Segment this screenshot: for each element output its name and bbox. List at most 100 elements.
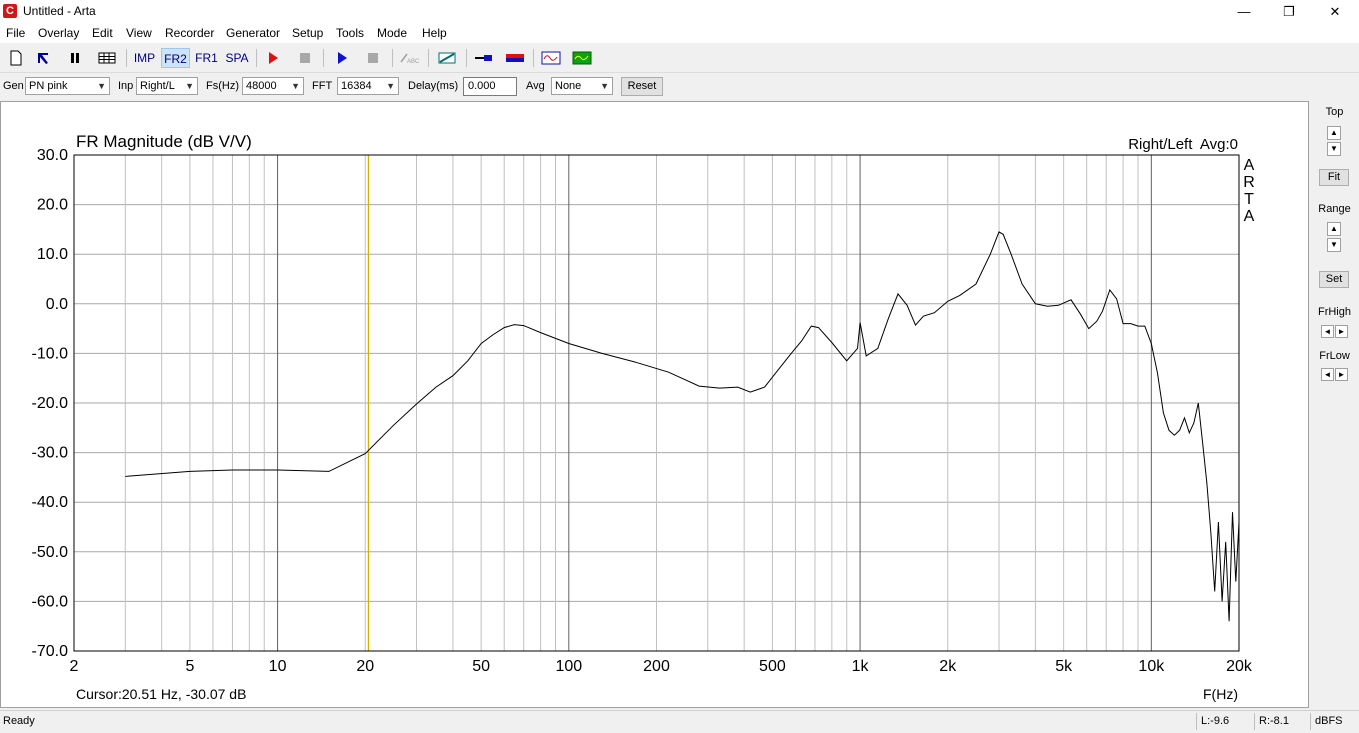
frlow-label: FrLow (1319, 350, 1350, 362)
new-document-button[interactable] (6, 48, 26, 68)
chevron-down-icon: ▼ (1330, 144, 1338, 153)
open-arrow-icon (38, 53, 48, 64)
status-ready: Ready (3, 715, 35, 727)
x-tick-label: 5k (1055, 658, 1073, 675)
chevron-down-icon: ▼ (600, 81, 609, 91)
average-label: Avg (526, 80, 545, 92)
record-start-button[interactable] (263, 48, 283, 68)
y-tick-label: 0.0 (46, 296, 68, 313)
average-select[interactable]: None ▼ (551, 77, 613, 95)
range-down-button[interactable]: ▼ (1327, 238, 1341, 252)
record-stop-button[interactable] (295, 48, 315, 68)
menu-edit[interactable]: Edit (92, 26, 113, 40)
range-up-button[interactable]: ▲ (1327, 222, 1341, 236)
delay-input[interactable]: 0.000 (463, 77, 517, 96)
input-select[interactable]: Right/L ▼ (136, 77, 198, 95)
watermark-letter: T (1244, 191, 1254, 208)
chevron-up-icon: ▲ (1330, 128, 1338, 137)
input-value: Right/L (140, 80, 175, 92)
menu-file[interactable]: File (6, 26, 25, 40)
chevron-right-icon: ► (1337, 370, 1346, 379)
menu-view[interactable]: View (126, 26, 152, 40)
fr1-mode-button[interactable]: FR1 (193, 48, 220, 68)
table-view-button[interactable] (96, 48, 118, 68)
y-tick-label: -20.0 (32, 395, 69, 412)
generator-select[interactable]: PN pink ▼ (25, 77, 110, 95)
frlow-left-button[interactable]: ◄ (1321, 368, 1334, 381)
fit-button[interactable]: Fit (1319, 169, 1349, 186)
maximize-button[interactable]: ❐ (1266, 0, 1312, 23)
menu-generator[interactable]: Generator (226, 26, 280, 40)
chevron-down-icon: ▼ (386, 81, 395, 91)
chevron-left-icon: ◄ (1323, 327, 1332, 336)
generator-start-button[interactable] (332, 48, 352, 68)
fft-label: FFT (312, 80, 333, 92)
y-tick-label: -40.0 (32, 494, 69, 511)
sample-rate-select[interactable]: 48000 ▼ (242, 77, 304, 95)
menu-mode[interactable]: Mode (377, 26, 407, 40)
calibration-button[interactable] (436, 48, 458, 68)
arta-app-icon[interactable]: C (3, 4, 17, 18)
input-label: Inp (118, 80, 134, 92)
spa-mode-button[interactable]: SPA (223, 48, 251, 68)
x-tick-label: 1k (852, 658, 870, 675)
top-up-button[interactable]: ▲ (1327, 126, 1341, 140)
generator-value: PN pink (29, 80, 68, 92)
menu-recorder[interactable]: Recorder (165, 26, 214, 40)
x-tick-label: 10k (1138, 658, 1165, 675)
abc-button[interactable]: ABC (398, 48, 422, 68)
fr2-mode-button[interactable]: FR2 (161, 48, 190, 68)
frhigh-left-button[interactable]: ◄ (1321, 325, 1334, 338)
fft-size-select[interactable]: 16384 ▼ (337, 77, 399, 95)
table-icon (98, 52, 116, 64)
delay-label: Delay(ms) (408, 80, 459, 92)
toolbar-separator (392, 49, 393, 67)
level-meter-button[interactable] (504, 48, 526, 68)
x-tick-label: 2k (939, 658, 957, 675)
probe-icon (475, 55, 492, 61)
menu-overlay[interactable]: Overlay (38, 26, 79, 40)
close-button[interactable]: ✕ (1312, 0, 1358, 23)
units-readout: dBFS (1310, 713, 1359, 730)
sample-rate-label: Fs(Hz) (206, 80, 239, 92)
menu-help[interactable]: Help (422, 26, 447, 40)
toolbar-separator (256, 49, 257, 67)
menu-tools[interactable]: Tools (336, 26, 364, 40)
chevron-down-icon: ▼ (291, 81, 300, 91)
frlow-right-button[interactable]: ► (1335, 368, 1348, 381)
imp-mode-button[interactable]: IMP (131, 48, 158, 68)
range-label: Range (1318, 203, 1351, 215)
set-button[interactable]: Set (1319, 271, 1349, 288)
y-tick-label: -60.0 (32, 593, 69, 610)
menu-setup[interactable]: Setup (292, 26, 323, 40)
sample-rate-value: 48000 (246, 80, 277, 92)
y-tick-label: -70.0 (32, 643, 69, 660)
x-tick-label: 20 (356, 658, 374, 675)
frequency-response-chart[interactable]: 30.0 20.0 10.0 0.0 -10.0 -20.0 -30.0 -40.0 -50.0… (1, 102, 1308, 707)
reset-button[interactable]: Reset (621, 77, 663, 96)
new-document-icon (10, 50, 22, 66)
probe-button[interactable] (473, 48, 495, 68)
right-level-readout: R:-8.1 (1254, 713, 1310, 730)
chevron-up-icon: ▲ (1330, 224, 1338, 233)
frhigh-right-button[interactable]: ► (1335, 325, 1348, 338)
x-tick-label: 20k (1226, 658, 1253, 675)
stop-icon (300, 53, 310, 63)
right-control-panel: Top ▲ ▼ Fit Range ▲ ▼ Set FrHigh ◄ ► FrL… (1310, 101, 1359, 708)
y-tick-label: 10.0 (37, 246, 68, 263)
level-meter-icon (506, 54, 524, 62)
pause-button[interactable] (65, 48, 85, 68)
open-button[interactable] (33, 48, 53, 68)
stop-icon (368, 53, 378, 63)
toolbar-separator (533, 49, 534, 67)
minimize-button[interactable]: — (1221, 0, 1267, 23)
toolbar-separator (126, 49, 127, 67)
y-tick-label: -30.0 (32, 445, 69, 462)
plot-panel[interactable]: 30.0 20.0 10.0 0.0 -10.0 -20.0 -30.0 -40.0 -50.0… (0, 101, 1309, 708)
scope-button[interactable] (540, 48, 562, 68)
x-axis-ticks: 2 5 10 20 50 100 200 500 1k 2k 5k 10k 20k (70, 658, 1253, 675)
top-down-button[interactable]: ▼ (1327, 142, 1341, 156)
watermark-letter: A (1244, 157, 1255, 174)
generator-stop-button[interactable] (363, 48, 383, 68)
spectrum-button[interactable] (571, 48, 593, 68)
